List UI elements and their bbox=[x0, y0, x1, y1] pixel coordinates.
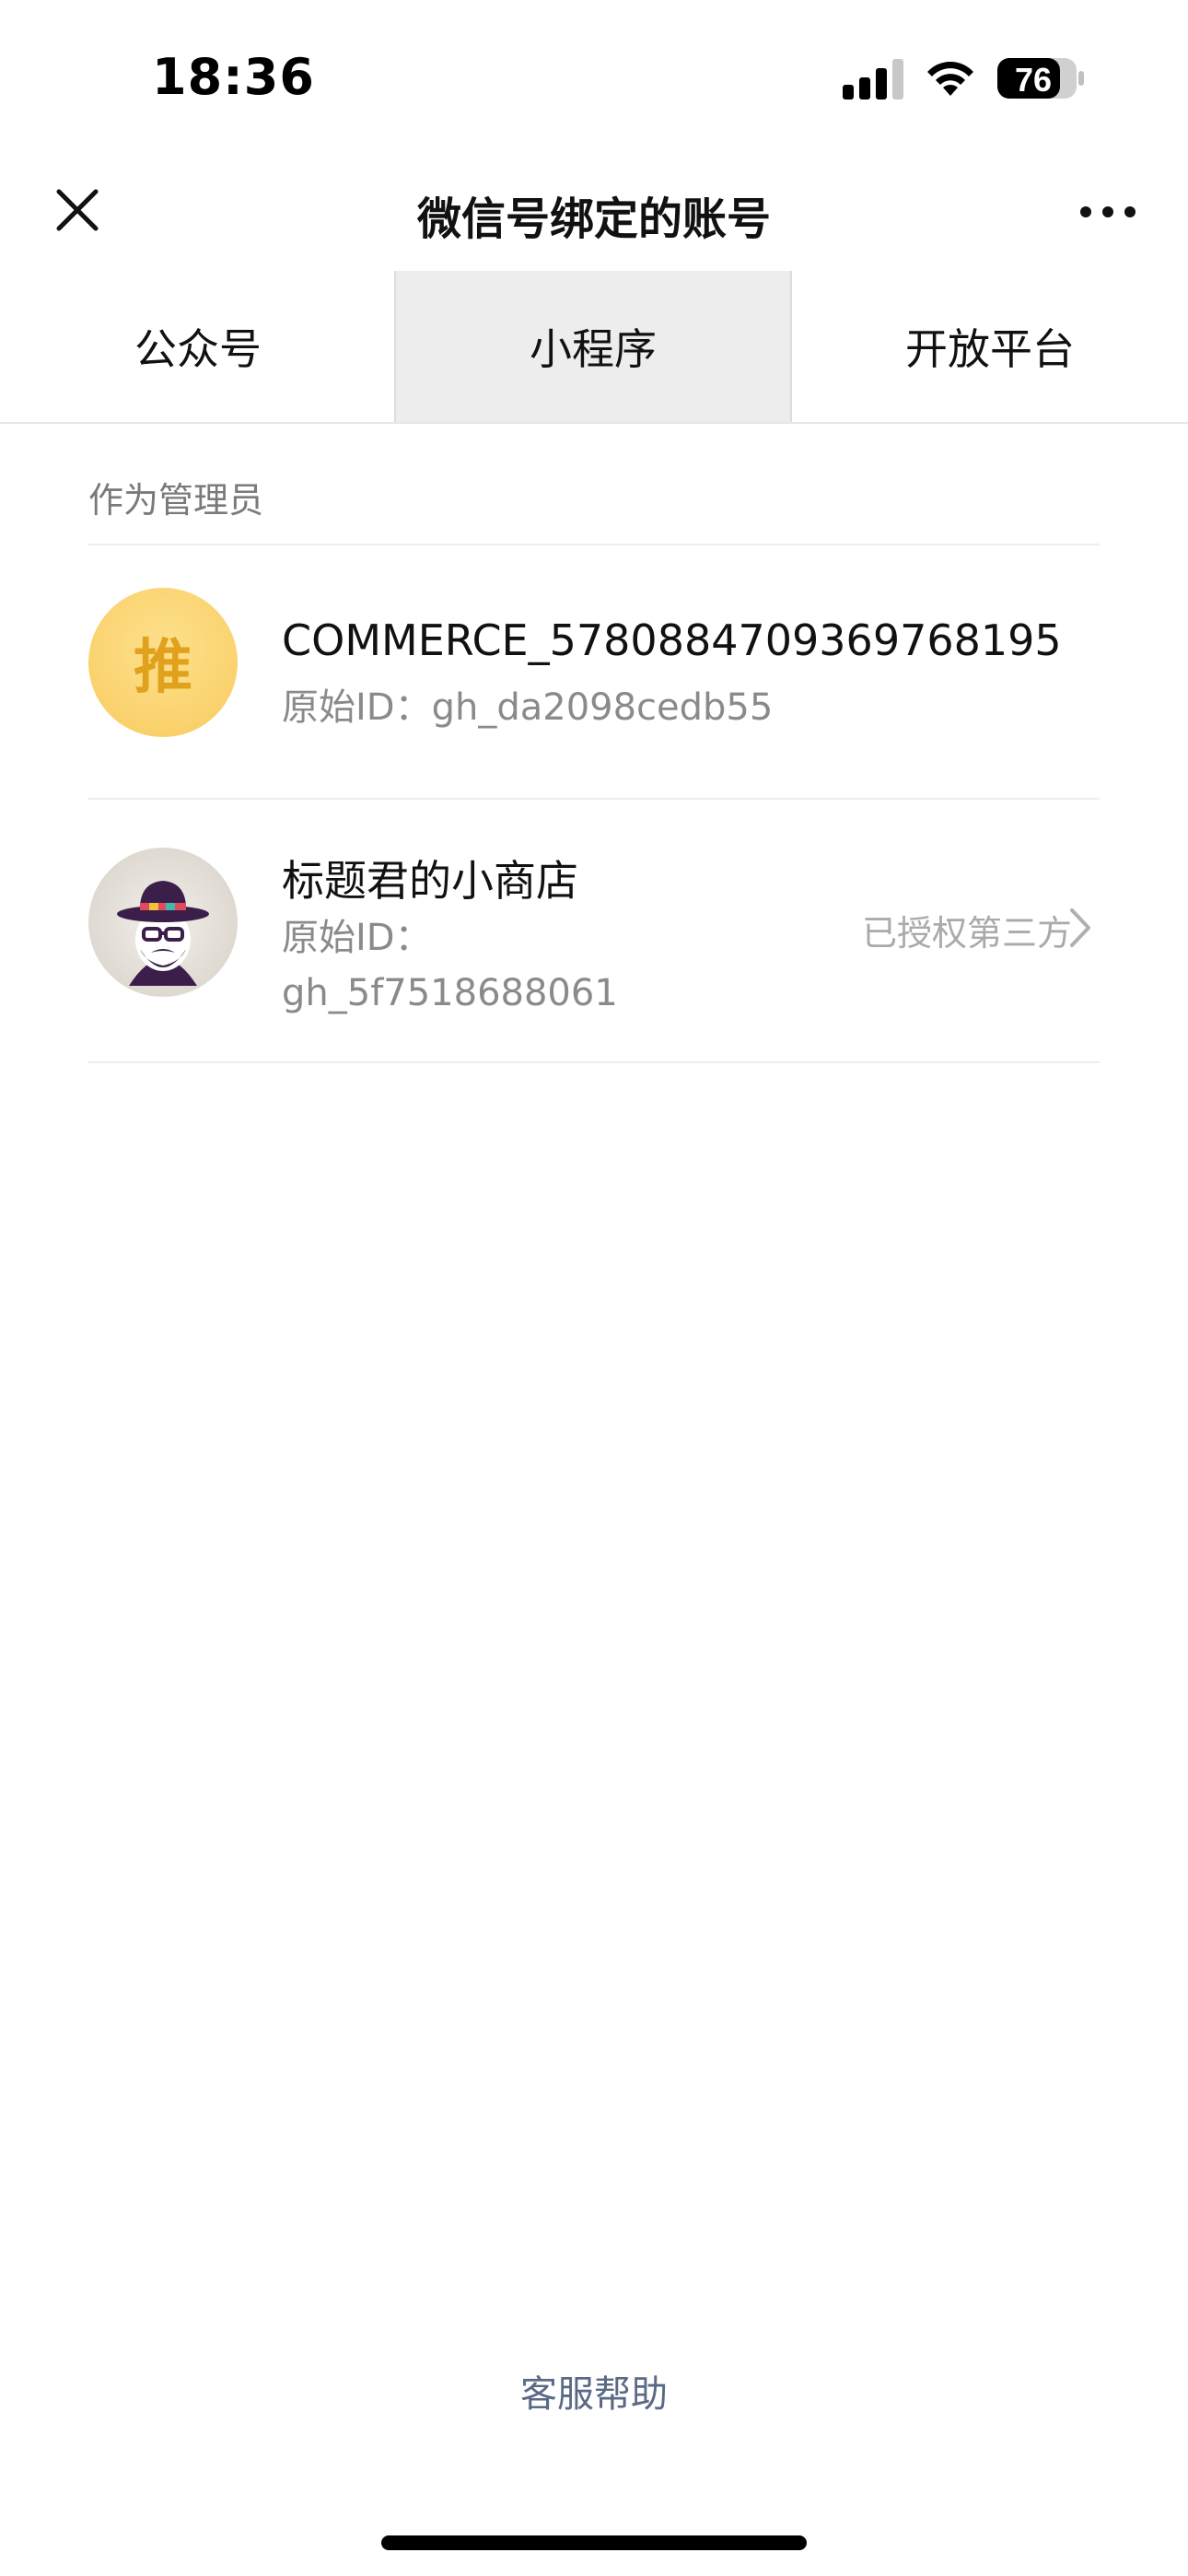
item-original-id-label: 原始ID： bbox=[282, 917, 432, 959]
tab-official-account[interactable]: 公众号 bbox=[0, 271, 396, 422]
item-name: 标题君的小商店 bbox=[282, 856, 578, 906]
authorized-third-party-status: 已授权第三方 bbox=[861, 913, 1072, 954]
section-label: 作为管理员 bbox=[88, 480, 264, 521]
divider bbox=[88, 1061, 1100, 1063]
battery-icon: 76 bbox=[997, 58, 1084, 99]
item-name: COMMERCE_5780884709369768195 bbox=[282, 615, 1062, 665]
list-item[interactable]: 推 COMMERCE_5780884709369768195 原始ID：gh_d… bbox=[0, 545, 1188, 798]
status-time: 18:36 bbox=[152, 48, 315, 106]
wifi-icon bbox=[927, 62, 973, 96]
page: 18:36 76 微信号绑定的账号 公众号 小程序 开放平台 作为管理员 推 C… bbox=[0, 0, 1188, 2576]
list-item[interactable]: 标题君的小商店 原始ID： gh_5f7518688061 已授权第三方 bbox=[0, 800, 1188, 1061]
home-indicator bbox=[381, 2535, 807, 2550]
page-title: 微信号绑定的账号 bbox=[416, 193, 771, 245]
tab-open-platform[interactable]: 开放平台 bbox=[792, 271, 1188, 422]
nav-bar: 微信号绑定的账号 bbox=[0, 157, 1188, 271]
customer-service-help-link[interactable]: 客服帮助 bbox=[0, 2364, 1188, 2418]
item-original-id: gh_5f7518688061 bbox=[282, 972, 618, 1014]
tab-mini-program[interactable]: 小程序 bbox=[394, 271, 792, 422]
more-icon[interactable] bbox=[1076, 184, 1140, 240]
tab-bar: 公众号 小程序 开放平台 bbox=[0, 271, 1188, 424]
chevron-right-icon bbox=[1070, 908, 1090, 947]
battery-level: 76 bbox=[1015, 61, 1052, 99]
signal-icon bbox=[843, 59, 903, 100]
item-original-id: 原始ID：gh_da2098cedb55 bbox=[282, 686, 774, 729]
status-bar: 18:36 76 bbox=[0, 0, 1188, 157]
avatar-text: 推 bbox=[134, 634, 192, 702]
avatar: 推 bbox=[88, 588, 238, 737]
avatar bbox=[88, 848, 238, 997]
avatar-illustration bbox=[117, 881, 209, 986]
